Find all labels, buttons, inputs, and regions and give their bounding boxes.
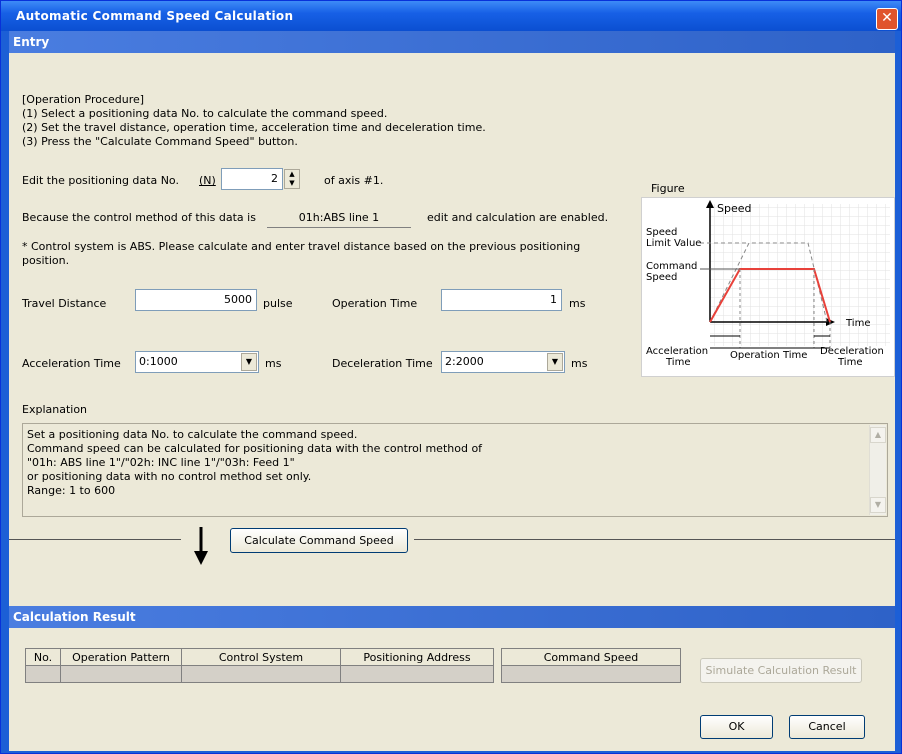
figure-limit-line2: Limit Value [646,238,701,249]
title-bar: Automatic Command Speed Calculation ✕ [1,1,901,31]
separator-right [414,539,895,540]
edit-label: Edit the positioning data No. [22,174,179,187]
explanation-box: Set a positioning data No. to calculate … [22,423,888,517]
explanation-line-5: Range: 1 to 600 [27,484,116,497]
calculation-result-header: Calculation Result [9,606,895,628]
travel-distance-label: Travel Distance [22,297,107,310]
operation-time-label: Operation Time [332,297,418,310]
entry-header: Entry [9,31,895,53]
deceleration-time-select[interactable]: 2:2000 ▼ [441,351,565,373]
col-positioning-address: Positioning Address [340,648,494,666]
close-icon[interactable]: ✕ [876,8,898,30]
figure-limit-line1: Speed [646,227,677,238]
positioning-data-no-input[interactable]: 2 [221,168,283,190]
command-speed-table: Command Speed [501,648,681,683]
dialog-window: Automatic Command Speed Calculation ✕ En… [0,0,902,754]
procedure-step-2: (2) Set the travel distance, operation t… [22,121,486,134]
acceleration-time-select[interactable]: 0:1000 ▼ [135,351,259,373]
figure-time-label: Time [845,318,870,329]
simulate-calculation-result-button[interactable]: Simulate Calculation Result [700,658,862,683]
calculate-command-speed-button[interactable]: Calculate Command Speed [230,528,408,553]
separator-left [9,539,181,540]
dropdown-arrow-icon[interactable]: ▼ [547,353,563,371]
speed-profile-diagram: Speed Speed Limit Value Command Speed Ti… [646,200,890,368]
deceleration-time-unit: ms [571,357,588,370]
control-method-suffix: edit and calculation are enabled. [427,211,609,224]
ok-label: OK [728,720,745,733]
ok-button[interactable]: OK [700,715,773,739]
explanation-line-4: or positioning data with no control meth… [27,470,312,483]
deceleration-time-value: 2:2000 [445,355,484,368]
acceleration-time-unit: ms [265,357,282,370]
result-table-header: No. Operation Pattern Control System Pos… [25,648,494,666]
operation-time-unit: ms [569,297,586,310]
col-command-speed: Command Speed [501,648,681,666]
acceleration-time-value: 0:1000 [139,355,178,368]
explanation-scrollbar[interactable]: ▲ ▼ [869,425,886,515]
figure-accel-line1: Acceleration [646,346,708,357]
window-title: Automatic Command Speed Calculation [16,9,294,23]
spin-down-icon[interactable]: ▼ [285,179,299,188]
procedure-step-3: (3) Press the "Calculate Command Speed" … [22,135,298,148]
travel-distance-unit: pulse [263,297,293,310]
cancel-label: Cancel [808,720,846,733]
cancel-button[interactable]: Cancel [789,715,865,739]
dialog-client: Entry [Operation Procedure] (1) Select a… [9,31,895,751]
result-table: No. Operation Pattern Control System Pos… [25,648,494,683]
control-method-value: 01h:ABS line 1 [267,211,411,228]
col-control-system: Control System [181,648,341,666]
table-row[interactable] [25,665,494,683]
calculate-command-speed-label: Calculate Command Speed [244,534,394,547]
explanation-label: Explanation [22,403,88,416]
procedure-step-1: (1) Select a positioning data No. to cal… [22,107,388,120]
explanation-line-2: Command speed can be calculated for posi… [27,442,483,455]
figure-accel-line2: Time [665,357,690,368]
procedure-title: [Operation Procedure] [22,93,145,106]
note-line-1: * Control system is ABS. Please calculat… [22,240,581,253]
scroll-up-icon[interactable]: ▲ [870,427,886,443]
speed-profile-figure: Speed Speed Limit Value Command Speed Ti… [641,197,895,377]
axis-label: of axis #1. [324,174,384,187]
control-method-prefix: Because the control method of this data … [22,211,256,224]
table-row[interactable] [501,665,681,683]
note-line-2: position. [22,254,70,267]
down-arrow-icon [194,527,208,565]
edit-hotkey: (N) [199,174,216,187]
col-no: No. [25,648,61,666]
figure-decel-line1: Deceleration [820,346,884,357]
figure-decel-line2: Time [837,357,862,368]
spin-up-icon[interactable]: ▲ [285,170,299,179]
dropdown-arrow-icon[interactable]: ▼ [241,353,257,371]
acceleration-time-label: Acceleration Time [22,357,121,370]
figure-command-line2: Speed [646,272,677,283]
deceleration-time-label: Deceleration Time [332,357,433,370]
figure-label: Figure [651,182,685,195]
explanation-line-3: "01h: ABS line 1"/"02h: INC line 1"/"03h… [27,456,295,469]
simulate-label: Simulate Calculation Result [705,664,857,677]
operation-time-input[interactable]: 1 [441,289,562,311]
figure-speed-label: Speed [717,202,751,215]
col-operation-pattern: Operation Pattern [60,648,182,666]
scroll-down-icon[interactable]: ▼ [870,497,886,513]
figure-command-line1: Command [646,261,697,272]
data-no-spinner[interactable]: ▲ ▼ [284,169,300,189]
figure-optime-label: Operation Time [730,350,807,361]
travel-distance-input[interactable]: 5000 [135,289,257,311]
explanation-line-1: Set a positioning data No. to calculate … [27,428,358,441]
